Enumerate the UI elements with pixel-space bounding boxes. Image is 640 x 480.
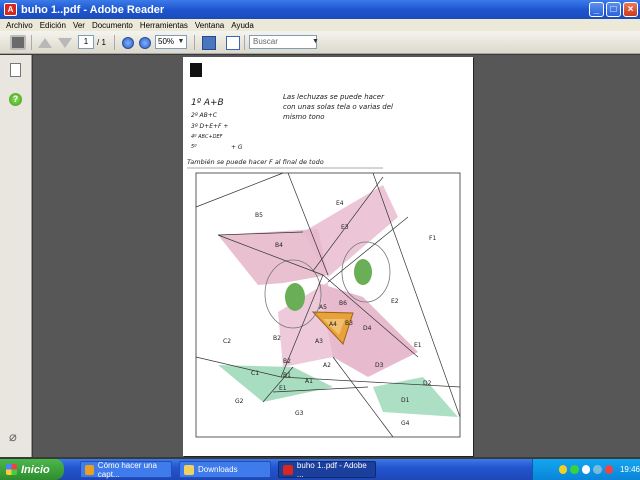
- start-button[interactable]: Inicio: [0, 459, 64, 480]
- previous-page-icon[interactable]: [38, 38, 52, 48]
- menu-edicion[interactable]: Edición: [40, 21, 66, 30]
- label-e1: E1: [279, 385, 287, 392]
- side-note-2: con unas solas tela o varias del: [283, 103, 393, 111]
- adobe-reader-icon: [283, 464, 293, 475]
- tray-shield-icon[interactable]: [559, 465, 568, 474]
- label-c1: C1: [251, 370, 259, 377]
- toolbar: 1 / 1 50% ▼ Buscar ▼: [0, 31, 640, 54]
- page-total: / 1: [97, 38, 106, 47]
- label-b1: B1: [283, 372, 291, 379]
- tray-green-icon[interactable]: [570, 465, 579, 474]
- search-input[interactable]: Buscar: [249, 35, 317, 49]
- label-d4: D4: [363, 325, 372, 332]
- side-note-1: Las lechuzas se puede hacer: [283, 93, 385, 101]
- print-icon[interactable]: [10, 35, 26, 50]
- label-a2: A2: [323, 362, 331, 369]
- task-browser[interactable]: Cómo hacer una capt...: [80, 460, 172, 479]
- adobe-reader-window: A buho 1..pdf - Adobe Reader _ □ × Archi…: [0, 0, 640, 480]
- menu-documento[interactable]: Documento: [92, 21, 133, 30]
- label-a1: A1: [305, 378, 313, 385]
- label-d3: D3: [375, 362, 384, 369]
- side-note-3: mismo tono: [283, 113, 324, 121]
- menu-archivo[interactable]: Archivo: [6, 21, 33, 30]
- search-dropdown-icon[interactable]: ▼: [312, 35, 319, 49]
- tray-volume-icon[interactable]: [593, 465, 602, 474]
- menu-ver[interactable]: Ver: [73, 21, 85, 30]
- label-e4: E4: [336, 200, 344, 207]
- label-b5: B5: [255, 212, 263, 219]
- adobe-reader-icon: A: [4, 3, 17, 16]
- menu-ayuda[interactable]: Ayuda: [231, 21, 254, 30]
- start-label: Inicio: [21, 463, 50, 476]
- zoom-out-icon[interactable]: [122, 37, 134, 49]
- label-b2-upper: B2: [273, 335, 281, 342]
- label-c2: C2: [223, 338, 231, 345]
- folder-icon: [184, 464, 194, 475]
- label-a5: A5: [319, 304, 327, 311]
- label-e1-right: E1: [414, 342, 422, 349]
- menu-herramientas[interactable]: Herramientas: [140, 21, 188, 30]
- label-d2: D2: [423, 380, 432, 387]
- next-page-icon[interactable]: [58, 38, 72, 48]
- menu-bar: Archivo Edición Ver Documento Herramient…: [0, 19, 640, 31]
- minimize-button[interactable]: _: [589, 2, 604, 17]
- title-bar: A buho 1..pdf - Adobe Reader _ □ ×: [0, 0, 640, 19]
- label-g3: G3: [295, 410, 304, 417]
- label-b6: B6: [339, 300, 347, 307]
- task-adobe-reader-label: buho 1..pdf - Adobe ...: [296, 460, 367, 479]
- maximize-button[interactable]: □: [606, 2, 621, 17]
- zoom-dropdown-icon[interactable]: ▼: [176, 35, 186, 49]
- pages-panel-icon[interactable]: [10, 63, 21, 77]
- page-number-input[interactable]: 1: [78, 35, 94, 49]
- system-tray: 19:46: [532, 459, 640, 480]
- label-f1: F1: [429, 235, 436, 242]
- note-step-4: 4º ABC+DEF: [191, 134, 223, 140]
- windows-flag-icon: [6, 464, 17, 475]
- tray-alert-icon[interactable]: [604, 465, 613, 474]
- browser-icon: [85, 464, 94, 475]
- label-e3: E3: [341, 224, 349, 231]
- owl-pattern-drawing: 1º A+B 2º AB+C 3º D+E+F + 4º ABC+DEF 5º …: [187, 63, 461, 438]
- navigation-pane: ? ⌀: [0, 55, 32, 457]
- tray-network-icon[interactable]: [581, 465, 591, 474]
- window-title: buho 1..pdf - Adobe Reader: [21, 3, 165, 16]
- task-browser-label: Cómo hacer una capt...: [97, 460, 157, 479]
- task-adobe-reader[interactable]: buho 1..pdf - Adobe ...: [278, 460, 376, 479]
- fit-page-icon[interactable]: [226, 36, 240, 50]
- note-step-2: 2º AB+C: [191, 112, 218, 119]
- task-downloads-label: Downloads: [198, 465, 238, 474]
- close-button[interactable]: ×: [623, 2, 638, 17]
- label-g2: G2: [235, 398, 244, 405]
- toolbar-separator: [194, 35, 195, 50]
- label-a4: A4: [329, 321, 337, 328]
- note-step-1: 1º A+B: [191, 98, 224, 108]
- taskbar: Inicio Cómo hacer una capt... Downloads …: [0, 459, 640, 480]
- label-d1: D1: [401, 397, 410, 404]
- zoom-in-icon[interactable]: [139, 37, 151, 49]
- toolbar-separator: [31, 35, 32, 50]
- label-b2-lower: B2: [283, 358, 291, 365]
- note-step-3: 3º D+E+F +: [191, 123, 228, 130]
- menu-ventana[interactable]: Ventana: [195, 21, 224, 30]
- toolbar-separator: [244, 35, 245, 50]
- help-icon[interactable]: ?: [9, 93, 22, 106]
- task-downloads[interactable]: Downloads: [179, 461, 271, 478]
- toolbar-separator: [114, 35, 115, 50]
- note-step-6: + G: [231, 144, 243, 151]
- label-a3: A3: [315, 338, 323, 345]
- label-e2: E2: [391, 298, 399, 305]
- label-b4: B4: [275, 242, 283, 249]
- save-icon[interactable]: [202, 36, 216, 50]
- corner-mark: [190, 63, 202, 77]
- attachment-paperclip-icon[interactable]: ⌀: [9, 430, 22, 444]
- clock: 19:46: [619, 465, 640, 474]
- label-g4: G4: [401, 420, 410, 427]
- pdf-page: 1º A+B 2º AB+C 3º D+E+F + 4º ABC+DEF 5º …: [183, 57, 473, 456]
- label-b3: B3: [345, 320, 353, 327]
- note-step-5: 5º: [191, 144, 197, 150]
- document-view[interactable]: 1º A+B 2º AB+C 3º D+E+F + 4º ABC+DEF 5º …: [33, 55, 640, 457]
- instruction-note: También se puede hacer F al final de tod…: [187, 158, 324, 166]
